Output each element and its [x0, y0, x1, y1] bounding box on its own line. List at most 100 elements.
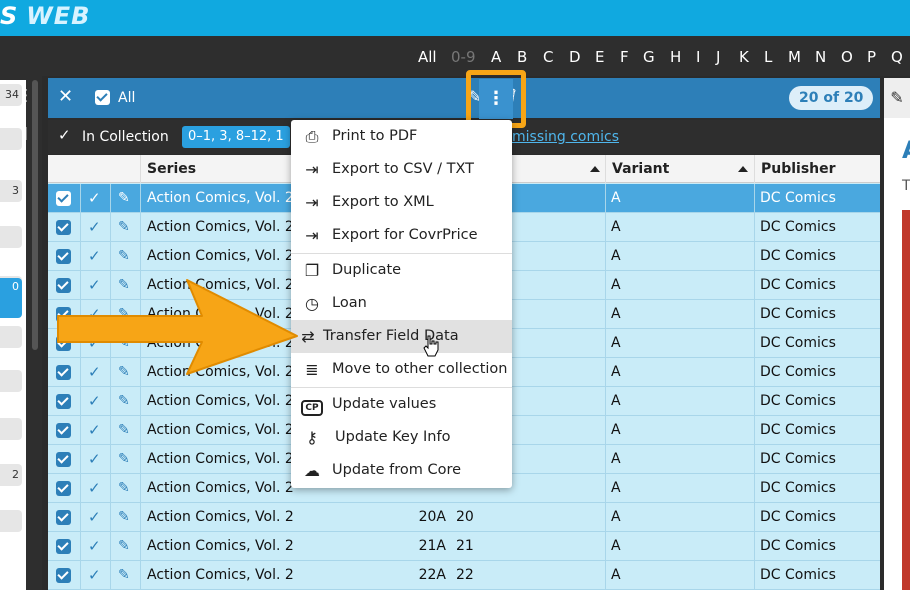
- cell-publisher: DC Comics: [760, 509, 836, 525]
- menu-duplicate[interactable]: ❐ Duplicate: [291, 254, 512, 287]
- in-collection-label[interactable]: In Collection: [82, 129, 169, 145]
- row-checkbox[interactable]: [56, 481, 71, 496]
- letter-b[interactable]: B: [517, 48, 527, 66]
- folder-count[interactable]: [0, 326, 22, 348]
- column-divider: [140, 387, 141, 416]
- folder-count[interactable]: [0, 128, 22, 150]
- edit-row-icon[interactable]: ✎: [118, 242, 130, 270]
- menu-update-key-info[interactable]: ⚷ Update Key Info: [291, 421, 512, 454]
- database-icon: ≣: [305, 360, 319, 379]
- edit-row-icon[interactable]: ✎: [118, 503, 130, 531]
- edit-row-icon[interactable]: ✎: [118, 445, 130, 473]
- letter-f[interactable]: F: [620, 48, 629, 66]
- letter-all[interactable]: All: [418, 48, 437, 66]
- letter-h[interactable]: H: [670, 48, 681, 66]
- row-checkbox[interactable]: [56, 191, 71, 206]
- edit-detail-icon[interactable]: ✎: [884, 78, 910, 118]
- folder-count[interactable]: [0, 418, 22, 440]
- select-all-checkbox[interactable]: [95, 90, 110, 105]
- letter-a[interactable]: A: [491, 48, 501, 66]
- letter-n[interactable]: N: [815, 48, 826, 66]
- edit-row-icon[interactable]: ✎: [118, 532, 130, 560]
- menu-print-to-pdf[interactable]: ⎙ Print to PDF: [291, 120, 512, 153]
- edit-row-icon[interactable]: ✎: [118, 474, 130, 502]
- edit-row-icon[interactable]: ✎: [118, 184, 130, 212]
- table-row[interactable]: ✓ ✎ Action Comics, Vol. 2 21A 21 A DC Comics: [48, 532, 880, 561]
- cell-issue-number: 20: [456, 509, 474, 525]
- folder-count[interactable]: [0, 226, 22, 248]
- in-collection-check-icon[interactable]: ✓: [88, 474, 101, 502]
- menu-export-csv[interactable]: ⇥ Export to CSV / TXT: [291, 153, 512, 186]
- row-checkbox[interactable]: [56, 539, 71, 554]
- row-checkbox[interactable]: [56, 220, 71, 235]
- sort-arrow-icon[interactable]: [738, 166, 748, 172]
- cell-issue: 21A: [418, 538, 446, 554]
- cell-series: Action Comics, Vol. 2: [147, 567, 294, 583]
- column-publisher[interactable]: Publisher: [754, 155, 880, 183]
- table-row[interactable]: ✓ ✎ Action Comics, Vol. 2 20A 20 A DC Comics: [48, 503, 880, 532]
- left-scrollbar[interactable]: [32, 80, 38, 350]
- in-collection-check-icon[interactable]: ✓: [88, 387, 101, 415]
- cell-issue: 22A: [418, 567, 446, 583]
- menu-export-xml[interactable]: ⇥ Export to XML: [291, 186, 512, 219]
- letter-d[interactable]: D: [569, 48, 581, 66]
- in-collection-check-icon[interactable]: ✓: [88, 242, 101, 270]
- in-collection-check-icon[interactable]: ✓: [88, 503, 101, 531]
- column-divider: [605, 358, 606, 387]
- table-row[interactable]: ✓ ✎ Action Comics, Vol. 2 22A 22 A DC Comics: [48, 561, 880, 590]
- sort-arrow-icon[interactable]: [590, 166, 600, 172]
- folder-count[interactable]: [0, 510, 22, 532]
- menu-transfer-field-data[interactable]: ⇄ Transfer Field Data: [291, 320, 512, 353]
- folder-count[interactable]: 2: [0, 464, 22, 486]
- in-collection-check-icon[interactable]: ✓: [88, 184, 101, 212]
- letter-o[interactable]: O: [841, 48, 853, 66]
- menu-export-covrprice[interactable]: ⇥ Export for CovrPrice: [291, 219, 512, 252]
- letter-m[interactable]: M: [788, 48, 801, 66]
- letter-p[interactable]: P: [867, 48, 876, 66]
- close-selection-icon[interactable]: ✕: [58, 86, 73, 107]
- column-divider: [754, 532, 755, 561]
- column-variant[interactable]: Variant: [605, 155, 755, 183]
- in-collection-check-icon[interactable]: ✓: [88, 532, 101, 560]
- edit-row-icon[interactable]: ✎: [118, 561, 130, 589]
- in-collection-check-icon[interactable]: ✓: [88, 213, 101, 241]
- letter-g[interactable]: G: [643, 48, 655, 66]
- folder-count-selected[interactable]: 0: [0, 278, 22, 318]
- row-checkbox[interactable]: [56, 249, 71, 264]
- letter-j[interactable]: J: [716, 48, 720, 66]
- folder-count[interactable]: 3: [0, 180, 22, 202]
- in-collection-check-icon[interactable]: ✓: [88, 416, 101, 444]
- letter-l[interactable]: L: [764, 48, 772, 66]
- more-options-button[interactable]: ⋮: [479, 79, 513, 119]
- row-checkbox[interactable]: [56, 423, 71, 438]
- in-collection-check-icon[interactable]: ✓: [88, 561, 101, 589]
- edit-row-icon[interactable]: ✎: [118, 387, 130, 415]
- menu-loan[interactable]: ◷ Loan: [291, 287, 512, 320]
- menu-update-from-core[interactable]: ☁ Update from Core: [291, 454, 512, 487]
- missing-comics-link[interactable]: missing comics: [512, 129, 619, 145]
- edit-row-icon[interactable]: ✎: [118, 416, 130, 444]
- detail-pane: ✎ A T: [884, 78, 910, 590]
- app-logo[interactable]: S WEB: [0, 0, 90, 36]
- menu-move-collection[interactable]: ≣ Move to other collection: [291, 353, 512, 386]
- letter-e[interactable]: E: [595, 48, 604, 66]
- folder-count[interactable]: [0, 370, 22, 392]
- column-divider: [605, 242, 606, 271]
- issue-range-chip[interactable]: 0–1, 3, 8–12, 1: [182, 126, 290, 148]
- column-divider: [110, 474, 111, 503]
- folder-count[interactable]: 34: [0, 84, 22, 106]
- row-checkbox[interactable]: [56, 568, 71, 583]
- row-checkbox[interactable]: [56, 510, 71, 525]
- letter-c[interactable]: C: [543, 48, 553, 66]
- column-divider: [754, 387, 755, 416]
- edit-row-icon[interactable]: ✎: [118, 213, 130, 241]
- letter-i[interactable]: I: [696, 48, 700, 66]
- letter-k[interactable]: K: [739, 48, 749, 66]
- letter-0-9[interactable]: 0-9: [451, 48, 476, 66]
- letter-q[interactable]: Q: [891, 48, 903, 66]
- row-checkbox[interactable]: [56, 452, 71, 467]
- in-collection-check-icon[interactable]: ✓: [88, 445, 101, 473]
- cover-image[interactable]: [902, 210, 910, 590]
- menu-update-values[interactable]: CP Update values: [291, 388, 512, 421]
- row-checkbox[interactable]: [56, 394, 71, 409]
